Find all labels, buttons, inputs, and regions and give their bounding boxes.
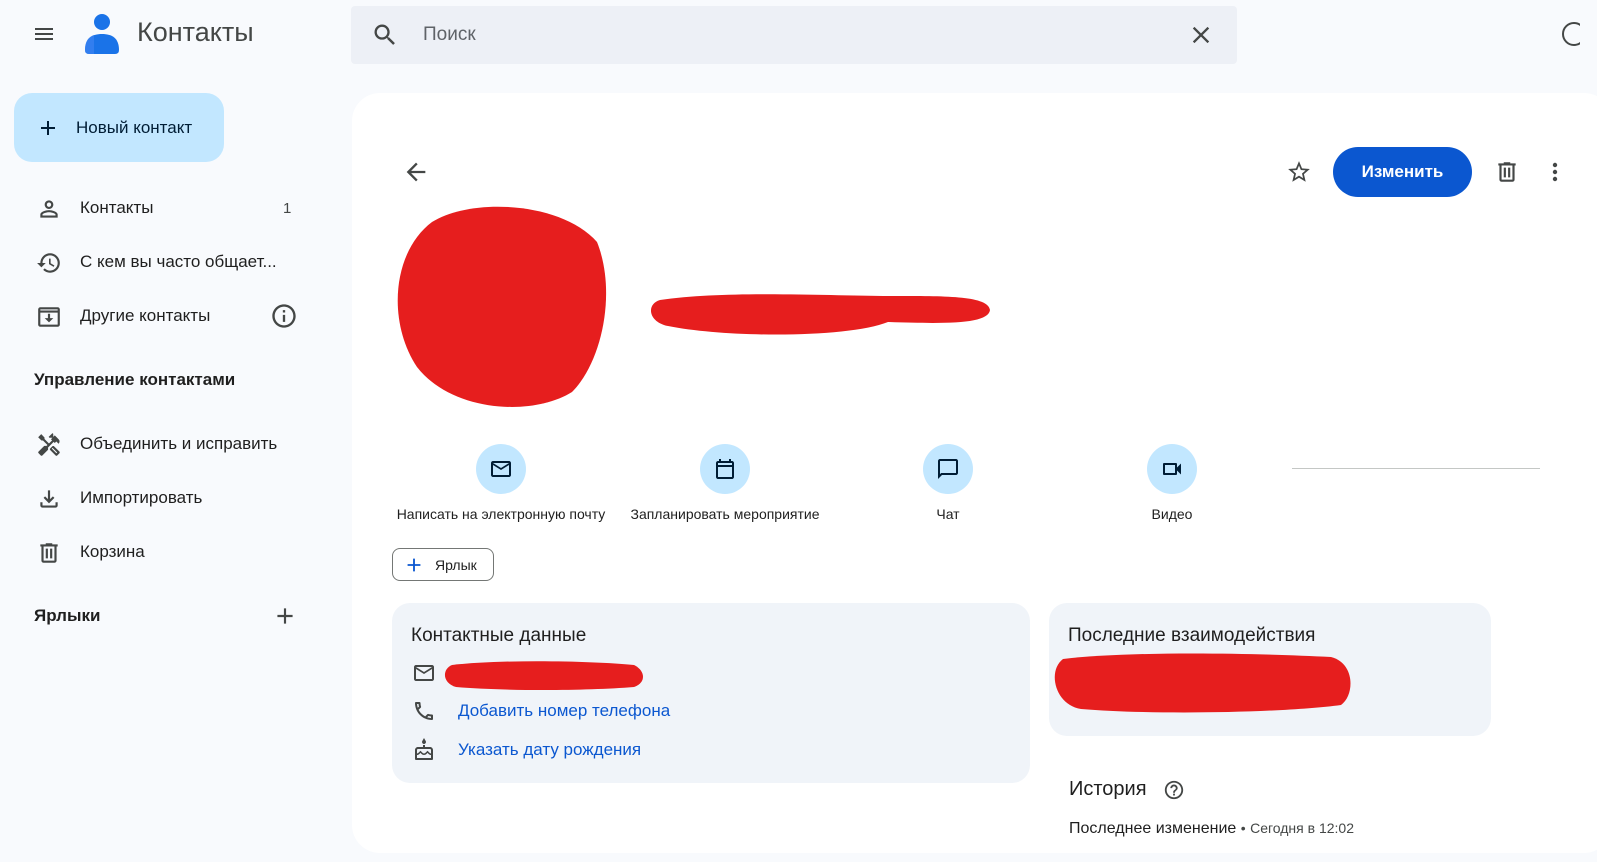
info-icon[interactable] [270, 302, 298, 330]
phone-icon [415, 702, 433, 720]
main-menu-button[interactable] [24, 14, 64, 54]
recent-interactions-card: Последние взаимодействия [1049, 603, 1491, 736]
last-change-time: Сегодня в 12:02 [1250, 820, 1354, 836]
star-icon [1288, 161, 1310, 182]
sidebar-item-label: Другие контакты [80, 306, 211, 325]
plus-icon [41, 120, 55, 135]
person-icon [40, 200, 58, 218]
star-button[interactable] [1286, 159, 1312, 185]
action-chat[interactable]: Чат [828, 444, 1068, 522]
sidebar-item-trash[interactable]: Корзина [0, 528, 330, 576]
card-title: Контактные данные [411, 625, 587, 646]
menu-icon [35, 28, 53, 40]
cake-icon [415, 738, 433, 760]
search-input[interactable] [423, 6, 1123, 64]
help-circle-icon[interactable] [1560, 20, 1580, 48]
card-title: Последние взаимодействия [1068, 625, 1316, 646]
sidebar-item-merge[interactable]: Объединить и исправить [0, 420, 330, 468]
sidebar-item-label: С кем вы часто общает... [80, 252, 277, 271]
divider [1292, 468, 1540, 469]
action-label: Запланировать мероприятие [630, 506, 820, 522]
add-label-chip[interactable]: Ярлык [392, 548, 494, 581]
download-icon [40, 490, 58, 508]
history-icon [37, 253, 60, 273]
more-options-button[interactable] [1546, 159, 1564, 185]
app-title: Контакты [137, 17, 254, 47]
help-icon[interactable] [1163, 779, 1185, 801]
manage-section-title: Управление контактами [34, 370, 236, 389]
mail-icon [414, 665, 434, 681]
clear-search-icon[interactable] [1187, 21, 1215, 49]
arrow-back-icon [406, 162, 426, 182]
avatar [392, 202, 608, 412]
history-title: История [1069, 778, 1147, 800]
add-label-button[interactable] [272, 603, 298, 629]
add-birthday-link[interactable]: Указать дату рождения [458, 740, 641, 760]
new-contact-label: Новый контакт [76, 117, 193, 137]
delete-button[interactable] [1494, 159, 1520, 185]
search-bar[interactable] [351, 6, 1237, 64]
contact-name-redacted [648, 288, 992, 340]
sidebar-item-label: Корзина [80, 542, 145, 561]
action-email[interactable]: Написать на электронную почту [381, 444, 621, 522]
trash-icon [40, 543, 58, 563]
birthday-row[interactable]: Указать дату рождения [412, 738, 641, 762]
email-row [412, 661, 436, 685]
search-icon[interactable] [371, 21, 399, 49]
action-schedule-event[interactable]: Запланировать мероприятие [605, 444, 845, 522]
sidebar-item-label: Импортировать [80, 488, 203, 507]
action-label: Видео [1151, 506, 1193, 522]
last-change-label: Последнее изменение [1069, 820, 1237, 837]
sidebar-item-label: Контакты [80, 198, 154, 217]
add-phone-link[interactable]: Добавить номер телефона [458, 701, 670, 721]
action-label: Написать на электронную почту [396, 506, 606, 522]
archive-download-icon [38, 307, 60, 327]
sidebar-item-contacts[interactable]: Контакты 1 [0, 184, 330, 232]
sidebar-item-label: Объединить и исправить [80, 434, 278, 453]
contacts-count: 1 [283, 199, 292, 217]
merge-tools-icon [38, 433, 60, 456]
back-button[interactable] [402, 158, 430, 186]
recent-interactions-redacted [1051, 651, 1353, 715]
contacts-logo [82, 12, 122, 56]
video-icon [1163, 463, 1181, 475]
email-redacted [444, 659, 644, 691]
calendar-icon [716, 459, 734, 479]
new-contact-button[interactable]: Новый контакт [14, 93, 224, 162]
chat-icon [938, 459, 958, 479]
plus-icon [277, 608, 293, 624]
label-chip-text: Ярлык [435, 556, 477, 573]
contact-details-card: Контактные данные Добавить номер телефон… [392, 603, 1030, 783]
action-video[interactable]: Видео [1052, 444, 1292, 522]
phone-row[interactable]: Добавить номер телефона [412, 699, 670, 723]
trash-icon [1498, 162, 1516, 182]
sidebar-item-import[interactable]: Импортировать [0, 474, 330, 522]
more-vert-icon [1552, 162, 1558, 182]
mail-icon [491, 461, 511, 477]
action-label: Чат [936, 506, 960, 522]
sidebar-item-frequent[interactable]: С кем вы часто общает... [0, 238, 330, 286]
separator: • [1240, 820, 1246, 836]
last-change-row: Последнее изменение • Сегодня в 12:02 [1069, 820, 1354, 838]
plus-icon [407, 558, 421, 571]
labels-section-title: Ярлыки [34, 606, 101, 625]
edit-button[interactable]: Изменить [1333, 147, 1472, 197]
